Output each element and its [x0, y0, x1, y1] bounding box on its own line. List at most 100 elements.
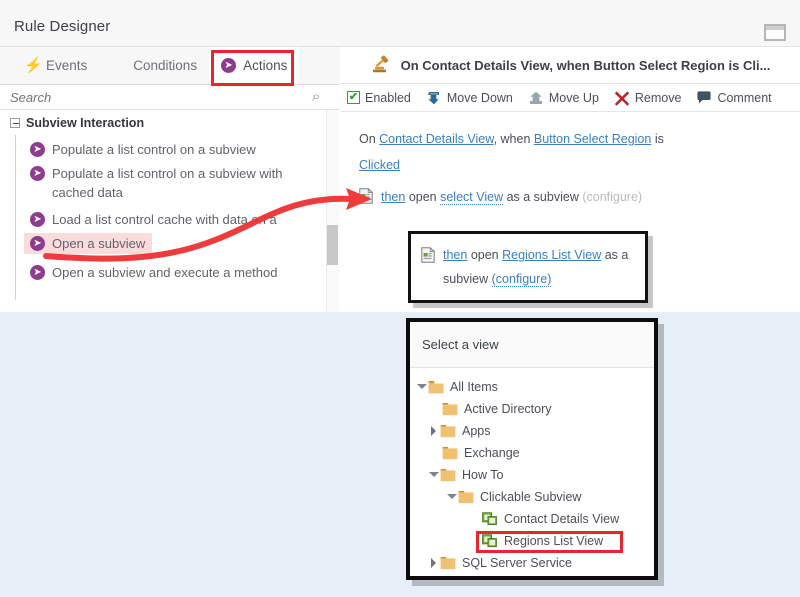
callout-suffix-1: as a [601, 248, 629, 262]
move-down-icon [427, 91, 439, 104]
action-item-open-subview-execute-method[interactable]: ➤ Open a subview and execute a method [30, 263, 330, 282]
tree-node-exchange[interactable]: Exchange [410, 442, 654, 464]
event-view-link[interactable]: Contact Details View [379, 132, 493, 146]
tree-node-label: Apps [462, 424, 491, 438]
tree-node-apps[interactable]: Apps [410, 420, 654, 442]
tab-conditions-label: Conditions [133, 58, 198, 73]
comment-button[interactable]: Comment [696, 90, 772, 106]
arrow-circle-icon: ➤ [30, 212, 45, 227]
tree-node-clickable-subview[interactable]: Clickable Subview [410, 486, 654, 508]
page-title: Rule Designer [14, 18, 111, 35]
configure-link[interactable]: (configure) [582, 190, 642, 204]
select-view-link[interactable]: select View [440, 190, 504, 205]
folder-icon [442, 447, 458, 460]
tab-conditions[interactable]: Conditions [99, 47, 209, 84]
action-item-label: Open a subview and execute a method [52, 265, 278, 280]
actions-left-pane: ⚡ Events Conditions ➤ Actions ⌕ Subview … [0, 47, 340, 312]
tree-node-label: SQL Server Service [462, 556, 572, 570]
window-titlebar: Rule Designer [0, 0, 800, 47]
tree-group-label: Subview Interaction [26, 116, 145, 130]
enabled-toggle[interactable]: ✔ Enabled [347, 91, 411, 105]
rule-step-open-subview[interactable]: then open select View as a subview (conf… [359, 184, 786, 210]
tree-node-label: Exchange [464, 446, 520, 460]
tree-node-contact-details-view[interactable]: Contact Details View [410, 508, 654, 530]
checkbox-checked-icon[interactable]: ✔ [347, 91, 360, 104]
remove-button[interactable]: Remove [614, 90, 682, 106]
dialog-title: Select a view [410, 322, 654, 368]
regions-list-view-link[interactable]: Regions List View [502, 248, 601, 262]
chevron-down-icon[interactable] [428, 469, 440, 481]
on-word: On [359, 132, 380, 146]
tree-guide-line [15, 135, 16, 300]
tree-node-label: Contact Details View [504, 512, 620, 526]
rule-designer-window: Rule Designer ⚡ Events Conditions ➤ Acti… [0, 0, 800, 312]
action-item-open-a-subview[interactable]: ➤ Open a subview [24, 233, 152, 254]
action-item-populate-list-control[interactable]: ➤ Populate a list control on a subview [30, 140, 330, 159]
rule-event-sentence: On Contact Details View, when Button Sel… [359, 126, 786, 152]
search-icon[interactable]: ⌕ [312, 89, 326, 105]
rule-step-text: then open select View as a subview (conf… [381, 184, 642, 210]
configure-link[interactable]: (configure) [491, 272, 552, 287]
tree-node-label: Clickable Subview [480, 490, 582, 504]
folder-icon [440, 557, 456, 570]
tab-events[interactable]: ⚡ Events [12, 47, 99, 84]
action-item-label: Populate a list control on a subview wit… [52, 166, 283, 200]
tree-node-active-directory[interactable]: Active Directory [410, 398, 654, 420]
event-control-link[interactable]: Button Select Region [534, 132, 651, 146]
view-document-icon [421, 247, 435, 263]
comment-label: Comment [717, 90, 772, 105]
folder-icon [440, 469, 456, 482]
open-word: open [405, 190, 441, 204]
view-icon [482, 512, 497, 526]
tab-events-label: Events [46, 58, 88, 73]
chevron-down-icon[interactable] [446, 491, 458, 503]
callout-regions-list-view-step: then open Regions List View as a subview… [408, 231, 648, 303]
tree-group-subview-interaction[interactable]: Subview Interaction [10, 116, 310, 130]
is-word: is [651, 132, 664, 146]
window-restore-icon[interactable] [764, 24, 786, 41]
tree-node-how-to[interactable]: How To [410, 464, 654, 486]
open-word: open [467, 248, 503, 262]
tree-node-all-items[interactable]: All Items [410, 376, 654, 398]
rule-event-action-line: Clicked [359, 152, 786, 178]
move-down-button[interactable]: Move Down [426, 90, 513, 106]
step-suffix: as a subview [503, 190, 583, 204]
tree-node-label: How To [462, 468, 504, 482]
tree-node-sql-server-service[interactable]: SQL Server Service [410, 552, 654, 574]
tree-node-label: Active Directory [464, 402, 552, 416]
left-pane-scrollbar[interactable] [326, 110, 339, 312]
when-word: , when [493, 132, 534, 146]
arrow-circle-icon: ➤ [30, 265, 45, 280]
scrollbar-thumb[interactable] [327, 225, 338, 265]
view-document-icon [359, 188, 373, 204]
chevron-down-icon[interactable] [416, 381, 428, 393]
folder-icon [442, 403, 458, 416]
diamond-icon [111, 58, 126, 73]
then-link[interactable]: then [443, 248, 467, 262]
folder-icon [428, 381, 444, 394]
folder-icon [458, 491, 474, 504]
enabled-label: Enabled [365, 90, 411, 105]
event-action-link[interactable]: Clicked [359, 158, 400, 172]
rule-header: On Contact Details View, when Button Sel… [341, 47, 800, 84]
chevron-right-icon[interactable] [428, 425, 440, 437]
then-link[interactable]: then [381, 190, 405, 204]
search-input[interactable] [8, 88, 303, 107]
collapse-icon[interactable] [10, 118, 20, 128]
annotation-box-regions-list-view [476, 531, 623, 553]
bolt-icon: ⚡ [24, 57, 43, 74]
chevron-right-icon[interactable] [428, 557, 440, 569]
callout-step-row[interactable]: then open Regions List View as a subview… [421, 243, 635, 291]
callout-step-line1: then open Regions List View as a [443, 243, 633, 267]
remove-x-icon [614, 90, 630, 106]
callout-suffix-2: subview [443, 272, 492, 286]
annotation-box-actions-tab [211, 50, 294, 86]
rule-toolbar: ✔ Enabled Move Down Move Up Remove Comme… [341, 84, 800, 112]
action-item-label: Open a subview [52, 236, 146, 251]
remove-label: Remove [634, 90, 682, 105]
tree-node-label: All Items [450, 380, 498, 394]
action-item-populate-list-control-cached[interactable]: ➤ Populate a list control on a subview w… [30, 164, 285, 202]
rule-header-title: On Contact Details View, when Button Sel… [400, 57, 771, 73]
move-up-button[interactable]: Move Up [528, 90, 599, 106]
move-up-label: Move Up [548, 90, 599, 105]
